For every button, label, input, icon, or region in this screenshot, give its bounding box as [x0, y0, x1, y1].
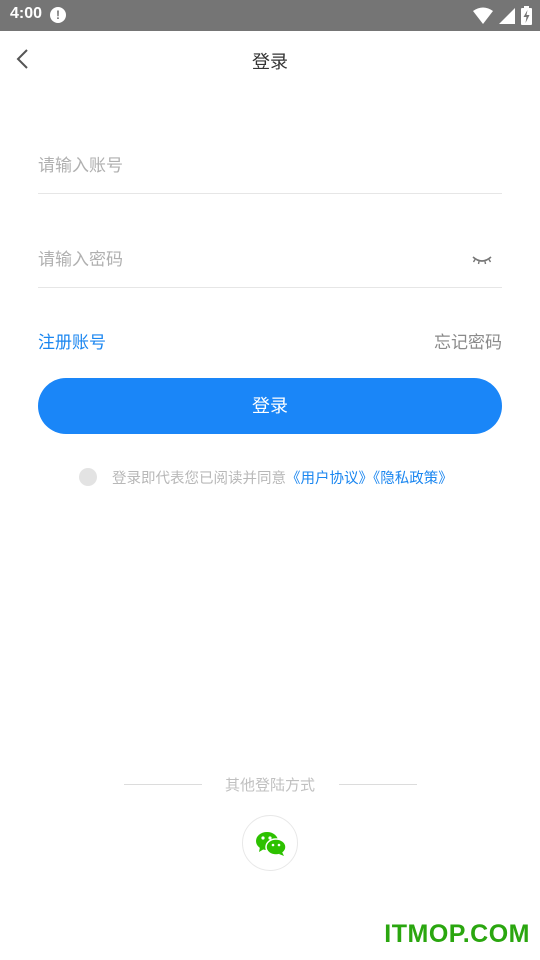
page-title: 登录	[252, 52, 288, 73]
privacy-policy-link[interactable]: 《隐私政策》	[373, 471, 453, 487]
divider	[339, 784, 417, 785]
nav-bar: 登录	[0, 31, 540, 87]
password-field-container	[38, 232, 502, 288]
agreement-checkbox[interactable]	[79, 468, 97, 486]
wechat-icon	[256, 832, 287, 856]
alert-icon: !	[50, 7, 66, 23]
status-icons	[472, 5, 532, 25]
other-login-section: 其他登陆方式	[0, 774, 540, 796]
agreement-row: 登录即代表您已阅读并同意《用户协议》《隐私政策》	[0, 466, 540, 488]
battery-charging-icon	[521, 6, 532, 25]
account-input[interactable]	[38, 138, 458, 193]
status-bar: 4:00 !	[0, 0, 540, 31]
agreement-text: 登录即代表您已阅读并同意《用户协议》《隐私政策》	[112, 467, 453, 488]
wifi-icon	[472, 7, 493, 24]
user-agreement-link[interactable]: 《用户协议》	[286, 471, 373, 487]
eye-closed-icon	[472, 256, 492, 265]
status-time: 4:00	[10, 5, 43, 22]
login-button[interactable]: 登录	[38, 378, 502, 434]
other-login-label: 其他登陆方式	[224, 776, 315, 794]
signal-icon	[498, 7, 515, 24]
watermark: ITMOP.COM	[384, 920, 530, 948]
password-visibility-toggle[interactable]	[470, 250, 494, 270]
forgot-password-link[interactable]: 忘记密码	[434, 328, 502, 353]
password-input[interactable]	[38, 232, 458, 287]
wechat-login-button[interactable]	[242, 815, 298, 871]
register-link[interactable]: 注册账号	[38, 328, 106, 353]
agreement-prefix: 登录即代表您已阅读并同意	[112, 471, 286, 487]
account-field-container	[38, 138, 502, 194]
